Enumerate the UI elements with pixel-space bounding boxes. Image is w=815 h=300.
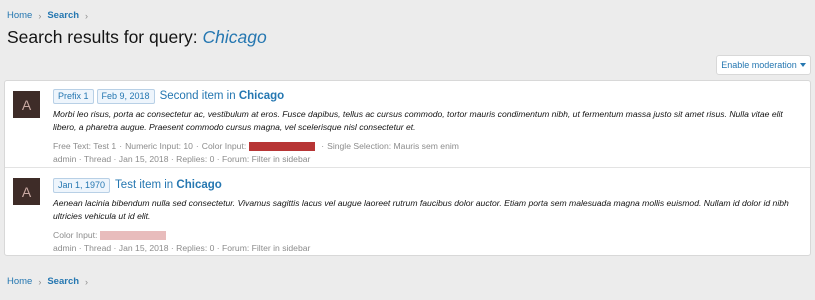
meta-separator: · bbox=[78, 243, 82, 253]
author-link[interactable]: admin bbox=[53, 243, 76, 253]
forum-link[interactable]: Forum: Filter in sidebar bbox=[222, 243, 310, 253]
custom-fields: Free Text: Test 1 · Numeric Input: 10 · … bbox=[53, 140, 802, 153]
breadcrumb-separator: › bbox=[85, 10, 89, 21]
meta-separator: · bbox=[113, 243, 117, 253]
numeric-input-field: Numeric Input: 10 bbox=[125, 141, 193, 151]
search-result-item: A Prefix 1 Feb 9, 2018 Second item in Ch… bbox=[5, 81, 810, 167]
meta-separator: · bbox=[216, 154, 220, 164]
breadcrumb-separator: › bbox=[38, 10, 42, 21]
breadcrumb-search[interactable]: Search bbox=[47, 276, 79, 287]
post-date: Jan 15, 2018 bbox=[118, 243, 169, 253]
meta-separator: · bbox=[78, 154, 82, 164]
result-title-text: Test item in bbox=[115, 179, 174, 191]
color-input-label: Color Input: bbox=[53, 230, 98, 240]
author-link[interactable]: admin bbox=[53, 154, 76, 164]
date-label[interactable]: Jan 1, 1970 bbox=[53, 177, 111, 193]
breadcrumb-bottom: Home › Search › bbox=[7, 276, 94, 287]
result-meta: admin · Thread · Jan 15, 2018 · Replies:… bbox=[53, 242, 802, 255]
result-title-link[interactable]: Test item in Chicago bbox=[115, 179, 222, 191]
result-title-link[interactable]: Second item in Chicago bbox=[160, 90, 285, 102]
meta-separator: · bbox=[113, 154, 117, 164]
color-swatch bbox=[249, 142, 316, 151]
breadcrumb-separator: › bbox=[85, 276, 89, 287]
content-type: Thread bbox=[83, 243, 112, 253]
custom-fields: Color Input: bbox=[53, 229, 802, 242]
page-title: Search results for query: Chicago bbox=[7, 27, 267, 48]
enable-moderation-button[interactable]: Enable moderation bbox=[716, 55, 811, 75]
meta-separator: · bbox=[170, 243, 174, 253]
field-separator: · bbox=[195, 141, 199, 151]
page-title-query[interactable]: Chicago bbox=[203, 27, 267, 47]
color-input-label: Color Input: bbox=[201, 141, 247, 151]
result-title-text: Second item in bbox=[159, 90, 236, 102]
color-swatch bbox=[100, 231, 167, 240]
result-title-highlight: Chicago bbox=[176, 179, 222, 191]
page-title-prefix: Search results for query: bbox=[7, 27, 198, 47]
result-meta: admin · Thread · Jan 15, 2018 · Replies:… bbox=[53, 153, 802, 166]
free-text-field: Free Text: Test 1 bbox=[53, 141, 117, 151]
breadcrumb-home[interactable]: Home bbox=[7, 276, 32, 287]
post-date: Jan 15, 2018 bbox=[118, 154, 169, 164]
field-separator: · bbox=[321, 141, 325, 151]
result-snippet: Aenean lacinia bibendum nulla sed consec… bbox=[53, 198, 789, 221]
breadcrumb: Home › Search › bbox=[7, 10, 94, 21]
result-snippet: Morbi leo risus, porta ac consectetur ac… bbox=[53, 109, 783, 132]
result-title-line: Prefix 1 Feb 9, 2018 Second item in Chic… bbox=[53, 88, 802, 104]
single-selection-field: Single Selection: Mauris sem enim bbox=[327, 141, 459, 151]
breadcrumb-home[interactable]: Home bbox=[7, 10, 32, 21]
result-title-line: Jan 1, 1970 Test item in Chicago bbox=[53, 177, 802, 193]
enable-moderation-label: Enable moderation bbox=[721, 60, 797, 70]
reply-count: Replies: 0 bbox=[176, 243, 215, 253]
reply-count: Replies: 0 bbox=[176, 154, 215, 164]
avatar[interactable]: A bbox=[13, 178, 40, 205]
breadcrumb-search[interactable]: Search bbox=[47, 10, 79, 21]
prefix-label[interactable]: Prefix 1 bbox=[53, 88, 94, 104]
content-type: Thread bbox=[83, 154, 112, 164]
meta-separator: · bbox=[216, 243, 220, 253]
date-label[interactable]: Feb 9, 2018 bbox=[96, 88, 155, 104]
search-result-item: A Jan 1, 1970 Test item in Chicago Aenea… bbox=[5, 167, 810, 255]
meta-separator: · bbox=[170, 154, 174, 164]
field-separator: · bbox=[119, 141, 123, 151]
search-results-list: A Prefix 1 Feb 9, 2018 Second item in Ch… bbox=[4, 80, 811, 256]
forum-link[interactable]: Forum: Filter in sidebar bbox=[222, 154, 310, 164]
chevron-down-icon bbox=[799, 63, 806, 67]
result-title-highlight: Chicago bbox=[238, 90, 285, 102]
breadcrumb-separator: › bbox=[38, 276, 42, 287]
avatar[interactable]: A bbox=[13, 91, 40, 118]
